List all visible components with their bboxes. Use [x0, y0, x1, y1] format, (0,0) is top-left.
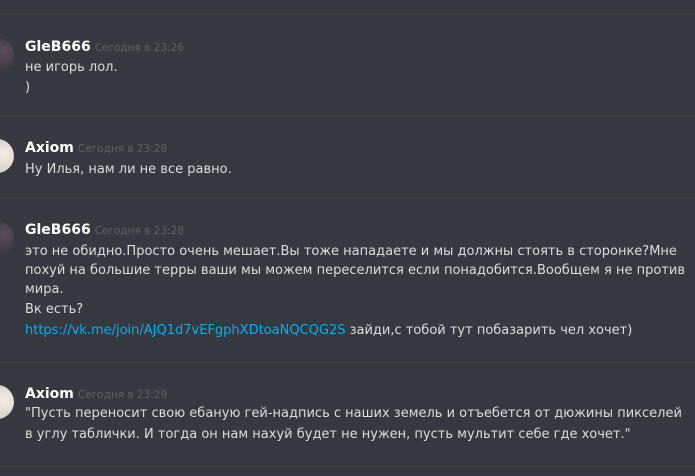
timestamp: Сегодня в 23:26 [94, 42, 184, 54]
message-header: GleB666 Сегодня в 23:28 [25, 219, 184, 238]
username[interactable]: Axiom [25, 386, 74, 402]
message-divider [0, 115, 695, 116]
message-text: https://vk.me/join/AJQ1d7vEFgphXDtoaNQCQ… [25, 321, 632, 340]
message-text: похуй на большие терры ваши мы можем пер… [25, 263, 685, 278]
message-divider [0, 466, 695, 467]
timestamp: Сегодня в 23:29 [77, 389, 168, 401]
message-text-after-link: зайди,с тобой тут побазарить чел хочет) [345, 323, 633, 338]
message-text: Ну Илья, нам ли не все равно. [25, 162, 232, 177]
message-divider [0, 14, 695, 15]
username[interactable]: GleB666 [25, 39, 91, 55]
message-text: ) [25, 80, 31, 95]
message-text: Вк есть? [25, 302, 84, 317]
username[interactable]: Axiom [25, 140, 74, 156]
message-text: мира. [25, 282, 64, 297]
avatar[interactable] [0, 385, 14, 419]
username[interactable]: GleB666 [25, 222, 91, 238]
timestamp: Сегодня в 23:28 [94, 225, 184, 237]
invite-link[interactable]: https://vk.me/join/AJQ1d7vEFgphXDtoaNQCQ… [25, 323, 345, 338]
message-text: в углу таблички. И тогда он нам нахуй бу… [25, 427, 631, 442]
message-divider [0, 198, 695, 199]
avatar[interactable] [0, 139, 14, 173]
avatar[interactable] [0, 221, 14, 255]
message-text: это не обидно.Просто очень мешает.Вы тож… [25, 244, 677, 259]
message-header: Axiom Сегодня в 23:29 [25, 383, 167, 402]
message-text: "Пусть переносит свою ебаную гей-надпись… [25, 406, 682, 421]
message-header: GleB666 Сегодня в 23:26 [25, 36, 184, 55]
message-header: Axiom Сегодня в 23:28 [25, 137, 167, 156]
avatar[interactable] [0, 38, 14, 72]
timestamp: Сегодня в 23:28 [77, 143, 168, 155]
message-divider [0, 362, 695, 363]
message-text: не игорь лол. [25, 60, 118, 75]
